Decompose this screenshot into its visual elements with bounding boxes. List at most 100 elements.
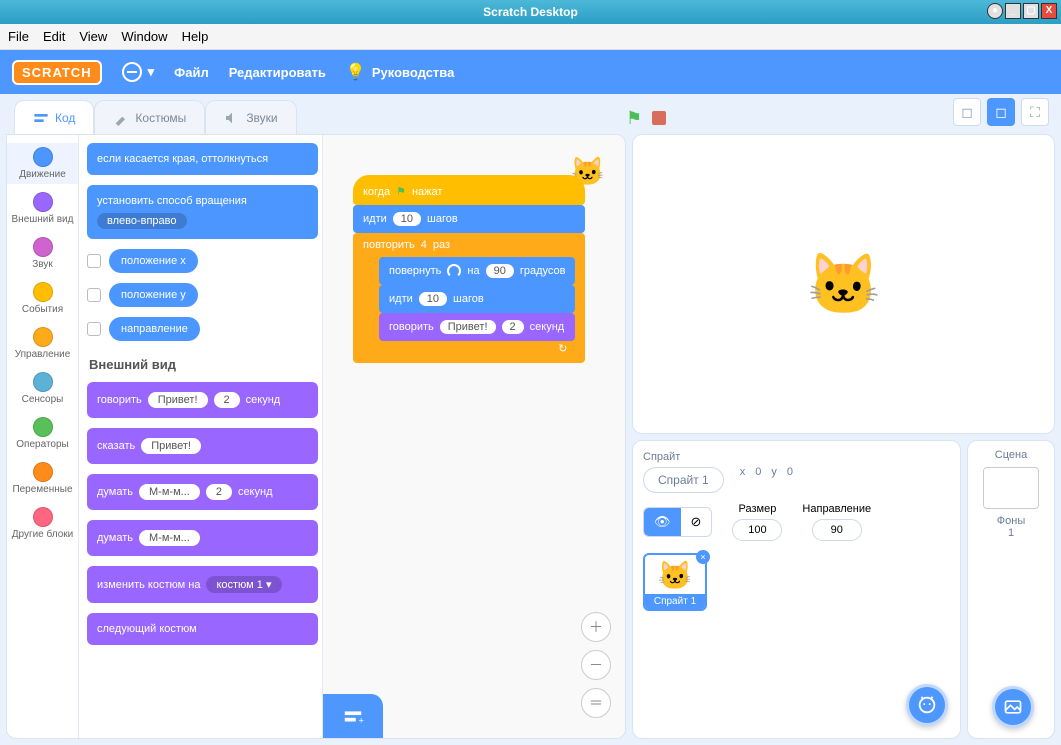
stage-full-button[interactable]: ⛶ (1021, 98, 1049, 126)
script-stack[interactable]: когда ⚑ нажат идти 10 шагов повторить (353, 175, 585, 363)
category-События[interactable]: События (7, 278, 78, 319)
show-button[interactable]: 👁 (644, 508, 681, 536)
code-icon (33, 110, 49, 126)
block-think-for[interactable]: думать М-м-м... 2 секунд (87, 474, 318, 510)
stage-small-button[interactable]: ◻ (953, 98, 981, 126)
topnav: SCRATCH ▾ Файл Редактировать 💡Руководств… (0, 50, 1061, 94)
window-close-button[interactable]: X (1041, 3, 1057, 19)
sprite-y-input[interactable]: 0 (787, 466, 793, 478)
sprite-panel: Спрайт Спрайт 1 x 0 y 0 (632, 440, 961, 739)
category-Операторы[interactable]: Операторы (7, 413, 78, 454)
block-say[interactable]: сказать Привет! (87, 428, 318, 464)
window-menu-button[interactable]: ● (987, 3, 1003, 19)
block-next-costume[interactable]: следующий костюм (87, 613, 318, 645)
brush-icon (113, 110, 129, 126)
sprite-delete-button[interactable]: × (696, 550, 710, 564)
globe-icon (122, 62, 142, 82)
scene-thumb[interactable] (983, 467, 1039, 509)
turn-cw-icon (447, 264, 461, 278)
image-icon (1003, 697, 1023, 717)
menu-help[interactable]: Help (182, 29, 209, 44)
category-dot (33, 372, 53, 392)
block-palette[interactable]: если касается края, оттолкнуться установ… (79, 135, 323, 738)
nav-edit[interactable]: Редактировать (229, 65, 326, 80)
loop-icon: ↻ (558, 342, 567, 355)
scratch-logo[interactable]: SCRATCH (12, 60, 102, 85)
checkbox-dir[interactable] (87, 322, 101, 336)
menu-window[interactable]: Window (121, 29, 167, 44)
category-dot (33, 462, 53, 482)
category-dot (33, 147, 53, 167)
hide-button[interactable]: ⊘ (681, 508, 712, 536)
category-Переменные[interactable]: Переменные (7, 458, 78, 499)
script-area[interactable]: 🐱 когда ⚑ нажат идти 10 шагов (323, 135, 625, 738)
reporter-dir: направление (87, 317, 318, 341)
category-Сенсоры[interactable]: Сенсоры (7, 368, 78, 409)
cat-icon: 🐱 (658, 559, 693, 592)
sprite-x-input[interactable]: 0 (755, 466, 761, 478)
stop-button[interactable] (652, 111, 666, 125)
block-move2[interactable]: идти 10 шагов (379, 285, 575, 313)
category-Управление[interactable]: Управление (7, 323, 78, 364)
scene-panel: Сцена Фоны 1 (967, 440, 1055, 739)
block-think[interactable]: думать М-м-м... (87, 520, 318, 556)
sprite-label: Спрайт (643, 451, 680, 463)
category-Звук[interactable]: Звук (7, 233, 78, 274)
block-move1[interactable]: идти 10 шагов (353, 205, 585, 233)
sprite-name-input[interactable]: Спрайт 1 (643, 467, 724, 493)
category-dot (33, 417, 53, 437)
extension-icon: + (342, 705, 364, 727)
checkbox-y[interactable] (87, 288, 101, 302)
block-switch-costume[interactable]: изменить костюм на костюм 1 ▾ (87, 566, 318, 603)
nav-file[interactable]: Файл (174, 65, 209, 80)
backdrops-count: 1 (1008, 527, 1014, 539)
stage-large-button[interactable]: ◻ (987, 98, 1015, 126)
category-dot (33, 282, 53, 302)
category-column: ДвижениеВнешний видЗвукСобытияУправление… (7, 135, 79, 738)
checkbox-x[interactable] (87, 254, 101, 268)
stage-sprite-cat[interactable]: 🐱 (806, 249, 881, 320)
window-maximize-button[interactable]: ▢ (1023, 3, 1039, 19)
block-say-for[interactable]: говорить Привет! 2 секунд (87, 382, 318, 418)
tab-costumes[interactable]: Костюмы (94, 100, 205, 134)
category-Движение[interactable]: Движение (7, 143, 78, 184)
green-flag-button[interactable]: ⚑ (626, 108, 642, 129)
language-button[interactable]: ▾ (122, 62, 155, 82)
reporter-y: положение y (87, 283, 318, 307)
visibility-toggle: 👁 ⊘ (643, 507, 712, 537)
menu-edit[interactable]: Edit (43, 29, 65, 44)
window-title: Scratch Desktop (483, 5, 578, 19)
block-say-script[interactable]: говорить Привет! 2 секунд (379, 313, 575, 341)
zoom-reset-button[interactable]: ＝ (581, 688, 611, 718)
tab-code[interactable]: Код (14, 100, 94, 134)
category-Другие блоки[interactable]: Другие блоки (7, 503, 78, 544)
sprite-size-input[interactable]: 100 (732, 519, 782, 541)
add-backdrop-button[interactable] (992, 686, 1034, 728)
category-dot (33, 507, 53, 527)
category-Внешний вид[interactable]: Внешний вид (7, 188, 78, 229)
block-turn[interactable]: повернуть на 90 градусов (379, 257, 575, 285)
nav-tutorials[interactable]: 💡Руководства (346, 62, 454, 82)
extension-button[interactable]: + (323, 694, 383, 738)
tab-sounds[interactable]: Звуки (205, 100, 296, 134)
window-minimize-button[interactable]: _ (1005, 3, 1021, 19)
stage[interactable]: 🐱 (632, 134, 1055, 434)
cat-plus-icon (916, 694, 938, 716)
zoom-in-button[interactable]: ＋ (581, 612, 611, 642)
zoom-out-button[interactable]: － (581, 650, 611, 680)
block-bounce[interactable]: если касается края, оттолкнуться (87, 143, 318, 175)
flag-icon: ⚑ (396, 185, 406, 198)
sprite-direction-input[interactable]: 90 (812, 519, 862, 541)
block-set-rotation[interactable]: установить способ вращения влево-вправо (87, 185, 318, 239)
bulb-icon: 💡 (346, 62, 366, 82)
block-when-flag[interactable]: когда ⚑ нажат (353, 175, 585, 205)
block-repeat[interactable]: повторить 4 раз повернуть на 90 (353, 233, 585, 363)
menubar: File Edit View Window Help (0, 24, 1061, 50)
reporter-x: положение x (87, 249, 318, 273)
sprite-thumb[interactable]: × 🐱 Спрайт 1 (643, 553, 707, 611)
svg-text:+: + (359, 715, 364, 725)
menu-file[interactable]: File (8, 29, 29, 44)
menu-view[interactable]: View (79, 29, 107, 44)
titlebar: Scratch Desktop ● _ ▢ X (0, 0, 1061, 24)
add-sprite-button[interactable] (906, 684, 948, 726)
